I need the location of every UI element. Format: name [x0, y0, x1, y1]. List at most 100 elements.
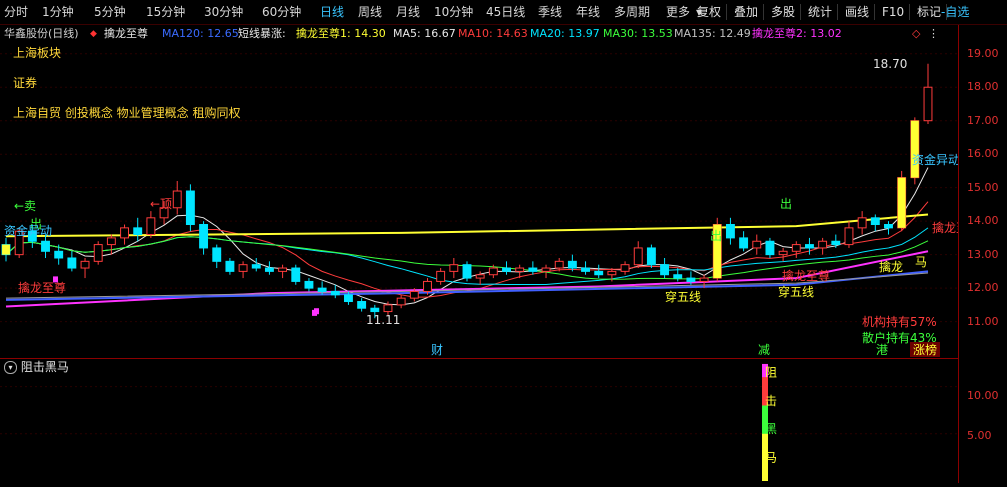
candle-body [699, 277, 709, 282]
candle-body [344, 294, 353, 303]
candle-body [172, 190, 182, 209]
tool-button-1[interactable]: 叠加 [731, 3, 761, 21]
candle-body [567, 260, 577, 269]
candle-body [330, 290, 340, 296]
candle-body [93, 244, 103, 262]
self-select-button[interactable]: -自选 [938, 3, 972, 21]
tool-button-0[interactable]: 复权 [694, 3, 724, 21]
period-tab-7[interactable]: 周线 [358, 0, 382, 24]
sub-indicator-panel[interactable]: 阻击黑马 [0, 358, 958, 484]
qinlong-label: 擒龙至尊 [18, 280, 66, 295]
candle-body [884, 224, 893, 229]
period-tab-1[interactable]: 1分钟 [42, 0, 74, 24]
period-tab-8[interactable]: 月线 [396, 0, 420, 24]
candle-body [673, 274, 683, 279]
capital-anomaly-label: 资金异动 [4, 223, 52, 238]
tool-button-5[interactable]: F10 [879, 3, 907, 21]
period-tab-4[interactable]: 30分钟 [204, 0, 243, 24]
period-tab-13[interactable]: 多周期 [614, 0, 650, 24]
candle-body [515, 267, 525, 272]
formula-name[interactable]: 擒龙至尊 [104, 26, 148, 42]
period-tab-2[interactable]: 5分钟 [94, 0, 126, 24]
tool-button-3[interactable]: 统计 [805, 3, 835, 21]
tool-button-4[interactable]: 画线 [842, 3, 872, 21]
candle-body [133, 227, 143, 236]
candle-body [488, 267, 498, 276]
expand-icon[interactable]: ◇ [912, 26, 920, 42]
candle-body [146, 217, 156, 236]
price-axis: 19.00 18.00 17.00 16.00 15.00 14.00 13.00 12.00… [958, 25, 1007, 483]
toolbar-divider [874, 4, 875, 20]
ma30-value: MA30: 13.53 [603, 27, 673, 40]
period-toolbar: 分时 1分钟 5分钟 15分钟 30分钟 60分钟 日线 周线 月线 10分钟 45日线 季线 年线 多周… [0, 0, 1007, 25]
candle-body [278, 267, 288, 272]
candle-body [41, 240, 50, 252]
toolbar-divider [763, 4, 764, 20]
tool-button-2[interactable]: 多股 [768, 3, 798, 21]
period-tab-10[interactable]: 45日线 [486, 0, 525, 24]
candle-body [765, 240, 775, 256]
period-tab-3[interactable]: 15分钟 [146, 0, 185, 24]
price-chart[interactable]: 18.7011.11←卖←顶出出出资金异动资金异动擒龙至尊擒龙至尊擒龙至尊穿五线… [0, 25, 980, 358]
candle-body [449, 264, 459, 272]
candle-body [423, 280, 432, 292]
sub-indicator-name[interactable]: 阻击黑马 [21, 360, 69, 374]
sub-axis-10: 10.00 [967, 389, 999, 402]
period-tab-14[interactable]: 更多 [666, 0, 690, 24]
candle-body [212, 247, 222, 262]
period-tab-12[interactable]: 年线 [576, 0, 600, 24]
candle-body [620, 264, 630, 272]
period-tab-0[interactable]: 分时 [4, 0, 28, 24]
high-price-label: 18.70 [873, 57, 907, 71]
candle-body [870, 217, 880, 226]
candle-body [462, 264, 472, 279]
toolbar-divider [726, 4, 727, 20]
indicator-header: 华鑫股份(日线) ◆ 擒龙至尊 MA120: 12.65 短线暴涨: 擒龙至尊1… [0, 26, 958, 42]
sub-indicator-chart[interactable]: 阻击黑马 [0, 359, 958, 484]
candle-body [199, 224, 209, 249]
capital-anomaly-label-2: 资金异动 [912, 152, 958, 167]
price-tick-label: 12.00 [967, 281, 999, 295]
candle-body [185, 190, 195, 226]
candle-body [739, 237, 749, 249]
sub-expand-icon[interactable]: ▾ [4, 361, 17, 374]
sub-bar-label: 马 [765, 450, 777, 464]
magenta-marker [314, 308, 319, 315]
more-dots-icon[interactable]: ⋮ [928, 26, 939, 42]
price-tick-label: 19.00 [967, 46, 999, 60]
qinlong1-value: 擒龙至尊1: 14.30 [296, 27, 386, 40]
event-gang-label: 港 [876, 343, 888, 357]
period-tab-11[interactable]: 季线 [538, 0, 562, 24]
sector-region: 上海板块 [13, 46, 62, 60]
stock-name: 华鑫股份(日线) [4, 27, 79, 40]
ya-wuxian-label: 穿五线 [665, 289, 701, 304]
event-cai-label: 财 [431, 343, 443, 357]
candle-body [225, 260, 235, 272]
period-tab-9[interactable]: 10分钟 [434, 0, 473, 24]
candle-body [251, 264, 261, 269]
ma135-value: MA135: 12.49 [674, 27, 751, 40]
price-tick-label: 17.00 [967, 113, 999, 127]
candle-body [291, 267, 301, 282]
candle-body [594, 270, 604, 276]
formula-marker-icon[interactable]: ◆ [90, 26, 97, 42]
candle-body [409, 290, 419, 299]
price-tick-label: 11.00 [967, 314, 999, 328]
candle-body [238, 264, 248, 272]
candle-body [660, 264, 670, 276]
ma-label: 马 [915, 255, 927, 269]
candle-body [67, 257, 77, 269]
candle-body [317, 287, 327, 292]
candle-body [106, 237, 116, 246]
candlestick-chart[interactable]: 18.7011.11←卖←顶出出出资金异动资金异动擒龙至尊擒龙至尊擒龙至尊穿五线… [0, 25, 980, 358]
period-tab-5[interactable]: 60分钟 [262, 0, 301, 24]
candle-body [436, 270, 446, 282]
sub-axis-5: 5.00 [967, 429, 992, 442]
candle-body [304, 280, 314, 289]
sub-indicator-header: ▾ 阻击黑马 [4, 359, 69, 375]
signal-bar [910, 120, 919, 178]
period-tab-6[interactable]: 日线 [320, 0, 344, 24]
low-price-label: 11.11 [366, 313, 400, 327]
candle-body [370, 307, 380, 313]
price-tick-label: 13.00 [967, 247, 999, 261]
